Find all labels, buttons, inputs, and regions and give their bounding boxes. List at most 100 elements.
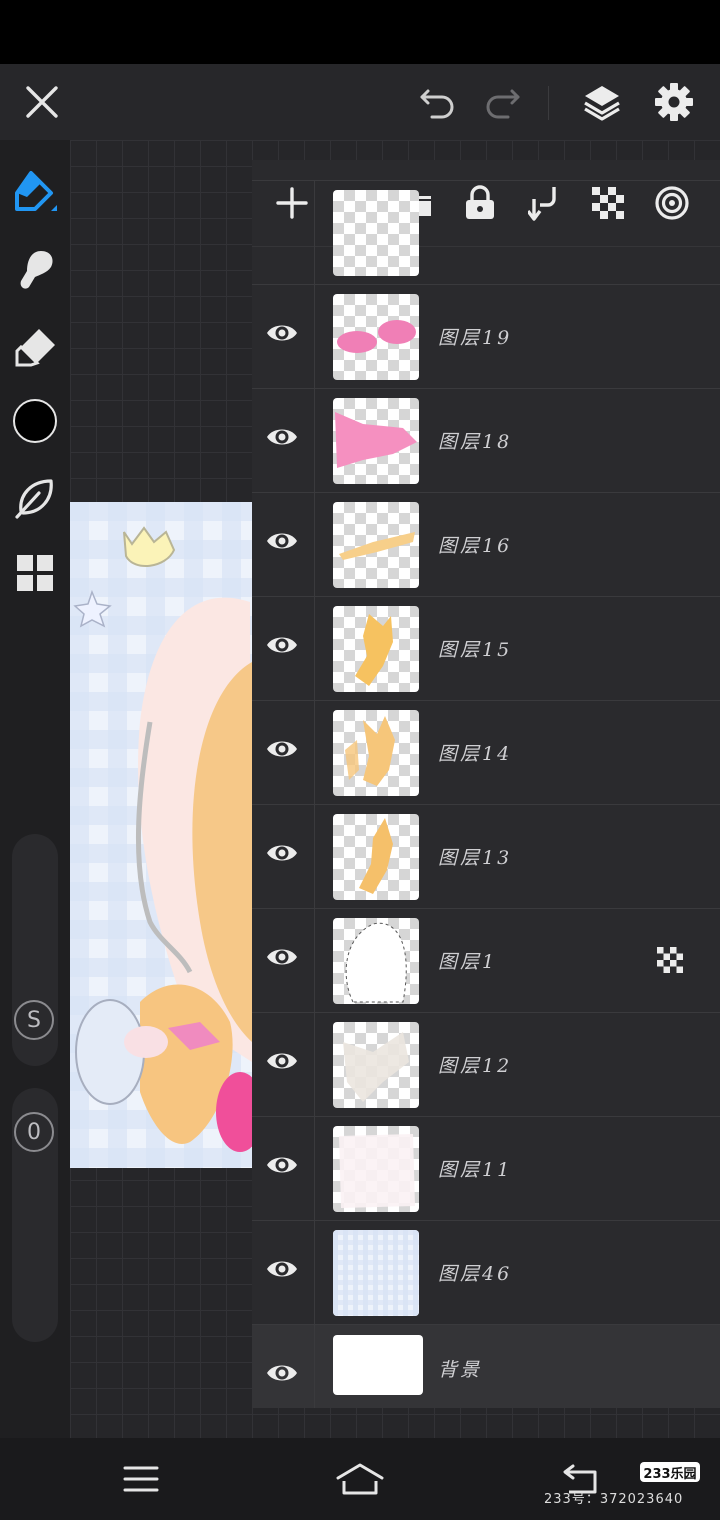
row-divider xyxy=(314,181,315,284)
layer-row[interactable]: 图层12 xyxy=(252,1012,720,1116)
eye-icon xyxy=(267,845,297,861)
visibility-toggle[interactable] xyxy=(264,627,300,663)
row-divider xyxy=(314,597,315,700)
eye-icon xyxy=(267,741,297,757)
layer-thumbnail xyxy=(333,294,419,380)
menu-icon xyxy=(123,1466,159,1492)
toolbar-divider xyxy=(548,86,549,120)
opacity-button-label: 0 xyxy=(27,1119,41,1145)
eye-icon xyxy=(267,1053,297,1069)
undo-icon xyxy=(420,89,454,119)
status-bar xyxy=(0,0,720,64)
eye-icon xyxy=(267,1157,297,1173)
layer-name: 图层15 xyxy=(438,639,513,661)
layer-thumbnail xyxy=(333,710,419,796)
layer-row[interactable]: 图层15 xyxy=(252,596,720,700)
layer-row[interactable]: 图层19 xyxy=(252,284,720,388)
leaf-icon xyxy=(15,479,53,519)
layer-thumbnail xyxy=(333,814,419,900)
close-button[interactable] xyxy=(14,64,70,140)
home-button[interactable] xyxy=(330,1438,390,1520)
artwork-image xyxy=(70,502,252,1168)
layer-thumbnail xyxy=(333,502,419,588)
home-icon xyxy=(336,1463,384,1495)
visibility-toggle[interactable] xyxy=(264,1251,300,1287)
visibility-toggle[interactable] xyxy=(264,1147,300,1183)
eye-icon xyxy=(267,1261,297,1277)
tool-sidebar: S 0 xyxy=(0,140,70,1438)
row-divider xyxy=(314,389,315,492)
brush-icon xyxy=(15,171,57,211)
visibility-toggle[interactable] xyxy=(264,1043,300,1079)
visibility-toggle[interactable] xyxy=(264,939,300,975)
eraser-tool[interactable] xyxy=(0,312,70,382)
visibility-toggle[interactable] xyxy=(264,419,300,455)
layer-name: 图层13 xyxy=(438,847,513,869)
layer-row-partial[interactable] xyxy=(252,180,720,284)
layer-thumbnail xyxy=(333,1230,419,1316)
row-divider xyxy=(314,285,315,388)
redo-button[interactable] xyxy=(476,64,528,140)
eye-icon xyxy=(267,429,297,445)
visibility-toggle[interactable] xyxy=(264,315,300,351)
layer-row[interactable]: 图层46 xyxy=(252,1220,720,1324)
layer-name: 图层11 xyxy=(438,1159,513,1181)
row-divider xyxy=(314,909,315,1012)
layer-thumbnail xyxy=(333,190,419,276)
eye-icon xyxy=(267,637,297,653)
layers-panel: 图层19 图层18 图层16 图层15 图层14 图层13 图层1 图层12 图… xyxy=(252,160,720,1408)
opacity-button[interactable]: 0 xyxy=(14,1112,54,1152)
row-divider xyxy=(314,805,315,908)
layer-name: 图层12 xyxy=(438,1055,513,1077)
visibility-toggle[interactable] xyxy=(264,1355,300,1391)
layer-name: 图层16 xyxy=(438,535,513,557)
close-icon xyxy=(26,86,58,118)
alpha-lock-indicator-icon xyxy=(657,947,683,973)
eye-icon xyxy=(267,325,297,341)
current-color-swatch xyxy=(13,399,57,443)
navigation-bar xyxy=(0,1438,720,1520)
layer-row[interactable]: 图层14 xyxy=(252,700,720,804)
size-button-label: S xyxy=(27,1007,41,1033)
layer-row-background[interactable]: 背景 xyxy=(252,1324,720,1408)
settings-button[interactable] xyxy=(648,64,700,140)
visibility-toggle[interactable] xyxy=(264,523,300,559)
redo-icon xyxy=(486,89,520,119)
row-divider xyxy=(314,1221,315,1324)
brush-tool[interactable] xyxy=(0,156,70,226)
layer-row[interactable]: 图层16 xyxy=(252,492,720,596)
eye-icon xyxy=(267,533,297,549)
row-divider xyxy=(314,1013,315,1116)
menu-button[interactable] xyxy=(112,1438,170,1520)
layers-icon xyxy=(584,86,620,121)
layer-thumbnail xyxy=(333,918,419,1004)
color-picker[interactable] xyxy=(0,386,70,456)
row-divider xyxy=(314,493,315,596)
undo-button[interactable] xyxy=(412,64,464,140)
row-divider xyxy=(314,1117,315,1220)
back-button[interactable] xyxy=(552,1438,610,1520)
size-button[interactable]: S xyxy=(14,1000,54,1040)
visibility-toggle[interactable] xyxy=(264,731,300,767)
layers-button[interactable] xyxy=(576,64,628,140)
eraser-icon xyxy=(15,329,55,367)
row-divider xyxy=(314,1325,315,1408)
visibility-toggle[interactable] xyxy=(264,835,300,871)
layer-name: 图层46 xyxy=(438,1263,513,1285)
layer-name: 图层14 xyxy=(438,743,513,765)
row-divider xyxy=(314,701,315,804)
layer-row[interactable]: 图层13 xyxy=(252,804,720,908)
watermark-text: 233号：372023640 xyxy=(544,1492,684,1507)
artwork-preview[interactable] xyxy=(70,502,252,1168)
grid-icon xyxy=(17,555,53,591)
grid-menu[interactable] xyxy=(0,538,70,608)
layer-name: 背景 xyxy=(438,1359,483,1381)
smudge-tool[interactable] xyxy=(0,234,70,304)
gear-icon xyxy=(655,83,693,121)
layer-row[interactable]: 图层1 xyxy=(252,908,720,1012)
leaf-tool[interactable] xyxy=(0,462,70,532)
layer-thumbnail xyxy=(333,606,419,692)
smudge-icon xyxy=(20,251,53,289)
layer-row[interactable]: 图层18 xyxy=(252,388,720,492)
layer-row[interactable]: 图层11 xyxy=(252,1116,720,1220)
